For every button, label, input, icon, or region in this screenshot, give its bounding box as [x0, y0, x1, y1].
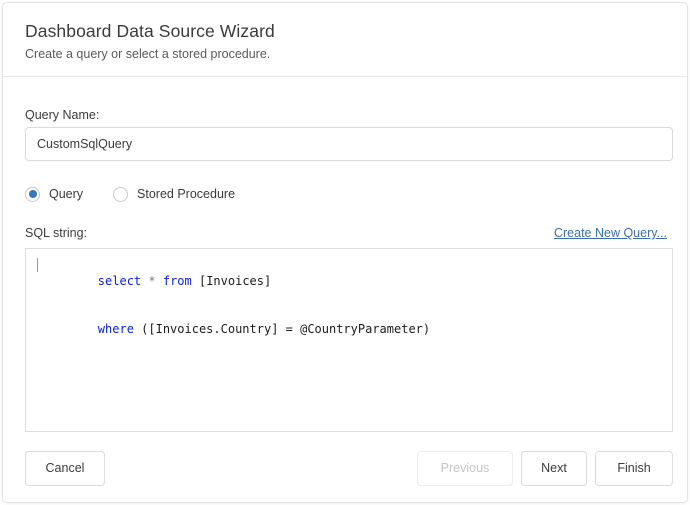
previous-button: Previous	[417, 451, 513, 486]
radio-option-query-label: Query	[49, 187, 84, 201]
dashboard-data-source-wizard-dialog: Dashboard Data Source Wizard Create a qu…	[2, 2, 688, 503]
radio-option-stored-procedure[interactable]: Stored Procedure	[113, 186, 235, 202]
finish-button[interactable]: Finish	[595, 451, 673, 486]
create-new-query-link[interactable]: Create New Query...	[554, 225, 667, 241]
dialog-header: Dashboard Data Source Wizard Create a qu…	[3, 3, 687, 77]
radio-option-query[interactable]: Query	[25, 186, 83, 202]
sql-keyword-from: from	[162, 274, 192, 288]
sql-line-2: where ([Invoices.Country] = @CountryPara…	[26, 305, 672, 353]
page-subtitle: Create a query or select a stored proced…	[25, 47, 271, 61]
sql-star-token: *	[141, 274, 163, 288]
next-button[interactable]: Next	[521, 451, 587, 486]
sql-string-editor[interactable]: select * from [Invoices] where ([Invoice…	[25, 248, 673, 432]
text-caret	[37, 258, 38, 272]
query-mode-radio-group: Query Stored Procedure	[25, 183, 235, 205]
dialog-body: Query Name: Query Stored Procedure SQL s…	[3, 77, 687, 502]
query-name-label: Query Name:	[25, 108, 100, 122]
sql-keyword-select: select	[97, 274, 142, 288]
radio-option-stored-procedure-label: Stored Procedure	[137, 187, 236, 201]
sql-line-1: select * from [Invoices]	[26, 257, 672, 305]
page-title: Dashboard Data Source Wizard	[25, 21, 275, 41]
sql-line-2-rest: ([Invoices.Country] = @CountryParameter)	[133, 322, 431, 336]
sql-line-1-rest: [Invoices]	[191, 274, 272, 288]
radio-unselected-icon[interactable]	[113, 186, 129, 202]
cancel-button[interactable]: Cancel	[25, 451, 105, 486]
sql-string-label: SQL string:	[25, 226, 88, 240]
sql-keyword-where: where	[97, 322, 134, 336]
radio-selected-icon[interactable]	[25, 186, 40, 202]
query-name-input[interactable]	[25, 127, 673, 161]
